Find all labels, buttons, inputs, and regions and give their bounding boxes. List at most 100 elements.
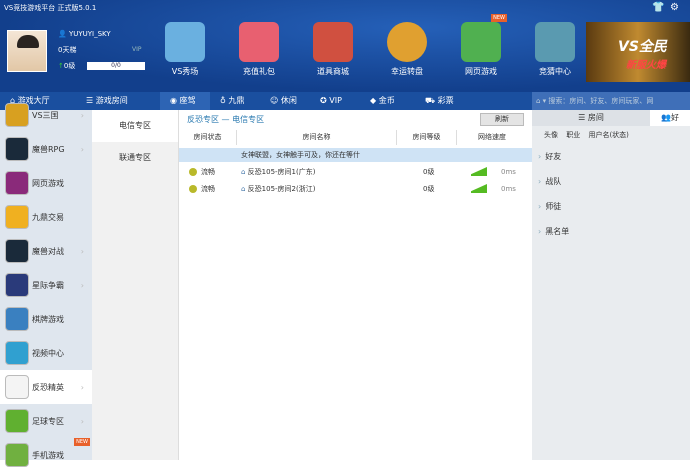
col-status[interactable]: 房间状态 [179, 130, 237, 145]
sidebar-label: 视频中心 [32, 348, 64, 358]
window-title: VS竞技游戏平台 正式版5.0.1 [4, 4, 97, 12]
nav-label: 游戏房间 [95, 96, 128, 105]
sidebar-item[interactable]: 棋牌游戏 [0, 302, 92, 336]
table-row[interactable]: 流畅 ⌂ 反恐105-房间2(浙江) 0级 0ms [179, 181, 533, 197]
sidebar-label: 手机游戏 [32, 450, 64, 460]
zone-telecom[interactable]: 电信专区 [92, 110, 178, 142]
status-text: 流畅 [201, 168, 215, 176]
game-icon [5, 239, 29, 263]
ad-banner[interactable]: VS全民 新服火爆 [586, 22, 690, 82]
search-input[interactable]: ⌂ ▾ 搜索：房间、好友、房间玩家、网 [532, 92, 690, 110]
chevron-right-icon: › [538, 152, 542, 161]
nav-5[interactable]: ✪ VIP [310, 92, 360, 110]
nav-4[interactable]: ☺ 休闲 [260, 92, 310, 110]
room-list-panel: 反恐专区 — 电信专区 刷新 房间状态 房间名称 房间等级 网络速度 女神联盟，… [178, 110, 533, 460]
room-level: 0级 [423, 168, 435, 176]
sidebar-item[interactable]: 网页游戏 [0, 166, 92, 200]
chevron-right-icon: › [538, 202, 542, 211]
header: VS竞技游戏平台 正式版5.0.1 👕 ⚙ 👤 YUYUYI_SKY 0天梯 V… [0, 0, 690, 92]
nav-label: VIP [329, 96, 342, 105]
nav-6[interactable]: ◆ 金币 [360, 92, 415, 110]
group-item[interactable]: › 黑名单 [532, 219, 690, 244]
nav-icon: ☺ [270, 96, 281, 105]
nav-icon: ⛟ [425, 96, 438, 105]
sidebar-label: 九鼎交易 [32, 212, 64, 222]
sidebar-label: 足球专区 [32, 416, 64, 426]
game-icon [5, 103, 29, 127]
tab-friends[interactable]: 👥好 [650, 110, 690, 126]
zone-list: 电信专区 联通专区 [92, 110, 178, 460]
sidebar-item[interactable]: 星际争霸 › [0, 268, 92, 302]
game-icon [5, 205, 29, 229]
group-item[interactable]: › 师徒 [532, 194, 690, 219]
status-dot-icon [189, 168, 197, 176]
room-speed: 0ms [501, 185, 516, 193]
new-badge: NEW [491, 14, 507, 22]
quiz-icon [535, 22, 575, 62]
sidebar-item[interactable]: 九鼎交易 [0, 200, 92, 234]
nav-icon: ◉ [170, 96, 180, 105]
group-label: 好友 [545, 152, 562, 161]
tool-label: 幸运转盘 [391, 67, 423, 76]
avatar[interactable] [7, 30, 47, 72]
tool-shop[interactable]: 道具商城 [303, 22, 363, 77]
sidebar-label: 魔兽RPG [32, 144, 65, 154]
nav-label: 休闲 [280, 96, 297, 105]
sidebar-item[interactable]: 魔兽对战 › [0, 234, 92, 268]
col-level[interactable]: 房间等级 [397, 130, 457, 145]
table-row[interactable]: 流畅 ⌂ 反恐105-房间1(广东) 0级 0ms [179, 164, 533, 180]
chevron-right-icon: › [80, 246, 84, 256]
signal-icon [467, 167, 487, 176]
tool-label: 充值礼包 [243, 67, 275, 76]
tab-room[interactable]: ☰ 房间 [532, 110, 650, 126]
tab-room-label: 房间 [587, 113, 604, 122]
game-icon [5, 307, 29, 331]
tool-wheel[interactable]: 幸运转盘 [377, 22, 437, 77]
nav-label: 金币 [378, 96, 395, 105]
breadcrumb: 反恐专区 — 电信专区 [187, 115, 265, 124]
group-item[interactable]: › 好友 [532, 144, 690, 169]
sidebar-item[interactable]: 手机游戏 NEW [0, 438, 92, 472]
chevron-right-icon: › [80, 280, 84, 290]
nav-2[interactable]: ◉ 座驾 [160, 92, 210, 110]
tool-label: 网页游戏 [465, 67, 497, 76]
gear-icon[interactable]: ⚙ [670, 2, 679, 13]
sidebar-item[interactable]: 魔兽RPG › [0, 132, 92, 166]
nav-3[interactable]: ♁ 九鼎 [210, 92, 260, 110]
game-sidebar: VS三国 › 魔兽RPG › 网页游戏 九鼎交易 魔兽对战 › 星际争霸 › 棋牌游戏 视频中心 反恐精… [0, 103, 92, 467]
refresh-button[interactable]: 刷新 [480, 113, 524, 126]
status-text: 流畅 [201, 185, 215, 193]
group-item[interactable]: › 战队 [532, 169, 690, 194]
tool-gift[interactable]: 充值礼包 [229, 22, 289, 77]
tool-quiz[interactable]: 竞猜中心 [525, 22, 585, 77]
nav-label: 九鼎 [228, 96, 245, 105]
tool-gamepad[interactable]: 网页游戏 NEW [451, 14, 511, 77]
col-name[interactable]: 房间名称 [237, 130, 397, 145]
level: ↑0级 [58, 62, 76, 70]
sidebar-item[interactable]: 反恐精英 › [0, 370, 92, 404]
room-name: 反恐105-房间1(广东) [247, 168, 316, 176]
sidebar-label: 网页游戏 [32, 178, 64, 188]
col-speed[interactable]: 网络速度 [457, 130, 527, 145]
tool-label: 道具商城 [317, 67, 349, 76]
status-cell: 流畅 [189, 164, 215, 180]
notice-row[interactable]: 女神联盟，女神触手可及，你还在等什 [179, 148, 533, 162]
tool-microphone[interactable]: VS秀场 [155, 22, 215, 77]
zone-unicom[interactable]: 联通专区 [92, 142, 178, 174]
game-icon [5, 137, 29, 161]
name-cell: ⌂ 反恐105-房间2(浙江) [241, 181, 315, 197]
sidebar-label: 星际争霸 [32, 280, 64, 290]
sidebar-item[interactable]: 视频中心 [0, 336, 92, 370]
group-label: 师徒 [545, 202, 562, 211]
room-speed: 0ms [501, 168, 516, 176]
social-panel: ☰ 房间 👥好 头像 职业 用户名(状态) › 好友 › 战队 › 师徒 › 黑名单 [532, 110, 690, 460]
game-icon [5, 409, 29, 433]
shirt-icon[interactable]: 👕 [652, 2, 664, 13]
nav-7[interactable]: ⛟ 彩票 [415, 92, 475, 110]
game-icon [5, 443, 29, 467]
game-icon [5, 171, 29, 195]
status-cell: 流畅 [189, 181, 215, 197]
gamepad-icon [461, 22, 501, 62]
sidebar-item[interactable]: 足球专区 › [0, 404, 92, 438]
sidebar-item[interactable]: VS三国 › [0, 98, 92, 132]
